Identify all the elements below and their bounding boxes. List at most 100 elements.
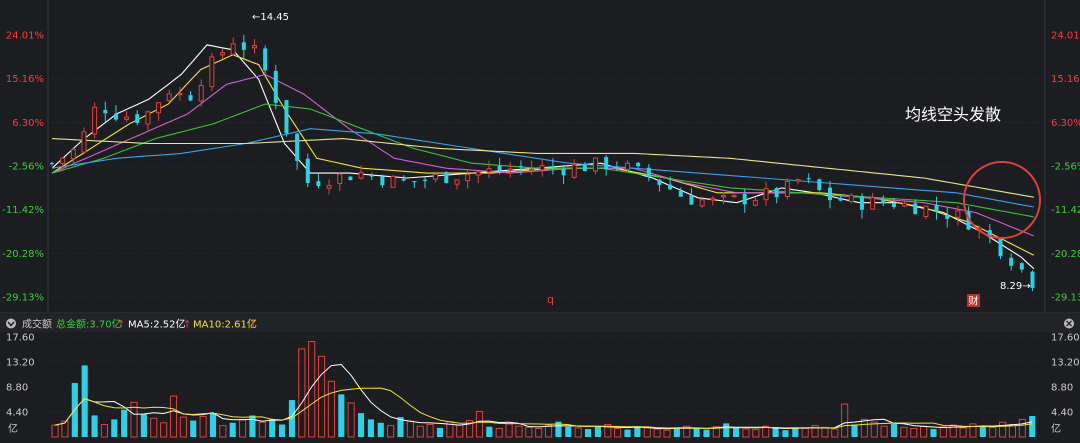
candle-body-down xyxy=(50,162,54,165)
candle-body-up xyxy=(529,168,535,171)
price-tick-label: -20.28% xyxy=(1051,249,1080,260)
collapse-icon[interactable] xyxy=(6,318,16,329)
candle-body-down xyxy=(263,48,268,71)
candle-body-up xyxy=(465,174,471,182)
volume-bar-down xyxy=(229,422,236,437)
candle-body-up xyxy=(507,168,513,171)
volume-bar-down xyxy=(486,426,493,437)
volume-bar-down xyxy=(772,427,779,437)
candle-body-up xyxy=(784,180,790,197)
candle-body-down xyxy=(827,187,832,201)
volume-bar-down xyxy=(890,423,898,437)
candle-body-up xyxy=(720,195,726,198)
volume-bar-down xyxy=(269,419,276,437)
candle-body-down xyxy=(550,166,555,169)
candle-body-down xyxy=(401,178,406,181)
candle-body-down xyxy=(678,191,683,197)
candle-body-down xyxy=(305,158,310,183)
price-tick-label: 15.16% xyxy=(1051,74,1080,85)
candle-body-up xyxy=(92,106,98,135)
price-tick-label: -29.13% xyxy=(2,293,44,304)
candle-body-down xyxy=(859,196,864,210)
candle-body-up xyxy=(955,210,961,218)
volume-bar-down xyxy=(140,414,147,437)
candle-body-down xyxy=(295,133,300,161)
volume-total-arrow: ↑ xyxy=(117,320,125,331)
candle-body-up xyxy=(475,171,481,176)
volume-bar-down xyxy=(703,429,710,437)
volume-bar-down xyxy=(930,429,937,437)
volume-bar-down xyxy=(436,427,444,437)
candle-body-down xyxy=(444,172,449,184)
candle-body-up xyxy=(571,164,577,178)
annotation-text: 均线空头发散 xyxy=(905,105,1001,124)
volume-bar-down xyxy=(367,419,374,437)
candle-body-down xyxy=(423,179,428,182)
candle-body-down xyxy=(1019,263,1024,270)
volume-tick-label: 17.60 xyxy=(6,333,35,344)
volume-tick-label: 4.40 xyxy=(1051,408,1073,419)
candle-body-up xyxy=(870,197,876,210)
price-tick-label: -11.42% xyxy=(1051,205,1080,216)
volume-title: 成交额 xyxy=(22,318,52,331)
price-tick-label: 6.30% xyxy=(12,118,44,129)
candle-body-up xyxy=(390,175,396,188)
price-tick-label: 24.01% xyxy=(6,31,44,42)
candle-body-up xyxy=(923,205,929,218)
candle-body-down xyxy=(1030,271,1035,289)
volume-bar-down xyxy=(190,420,197,437)
candle-body-down xyxy=(998,238,1003,257)
candle-body-down xyxy=(689,195,694,205)
volume-bar-down xyxy=(693,428,700,437)
candle-body-down xyxy=(668,184,673,190)
candle-body-down xyxy=(881,199,886,204)
volume-bar-down xyxy=(792,427,799,437)
min-price-label: 8.29→ xyxy=(1000,281,1031,292)
volume-bar-down xyxy=(249,415,256,437)
volume-bar-down xyxy=(111,419,118,437)
volume-tick-label: 13.20 xyxy=(1051,358,1080,369)
candle-body-down xyxy=(1009,257,1014,266)
candle-body-down xyxy=(273,70,278,103)
candle-body-up xyxy=(358,172,364,179)
candle-body-down xyxy=(838,197,843,201)
max-price-label: ←14.45 xyxy=(252,12,289,23)
volume-ma10-arrow: ↑ xyxy=(249,320,257,331)
candle-body-up xyxy=(433,173,439,180)
volume-total: 总金额:3.70亿 xyxy=(56,318,122,331)
price-tick-label: -2.56% xyxy=(1051,162,1080,173)
candle-body-up xyxy=(81,131,87,153)
candle-body-up xyxy=(220,52,226,56)
candle-body-down xyxy=(412,181,417,183)
candle-body-down xyxy=(636,162,641,167)
candle-body-down xyxy=(934,205,939,212)
volume-bar-down xyxy=(634,426,641,437)
candle-body-down xyxy=(518,166,523,168)
volume-bar-down xyxy=(979,426,986,437)
candle-body-up xyxy=(902,202,908,207)
volume-tick-label: 8.80 xyxy=(1051,383,1073,394)
candle-body-down xyxy=(348,176,353,181)
candle-body-up xyxy=(624,162,630,170)
candle-body-down xyxy=(113,113,118,120)
volume-bar-down xyxy=(782,430,789,437)
volume-bar-down xyxy=(357,413,365,437)
candle-body-up xyxy=(209,56,215,88)
candle-body-down xyxy=(369,175,374,177)
candle-body-down xyxy=(614,166,619,168)
candle-body-up xyxy=(593,157,599,172)
candle-body-down xyxy=(316,181,321,187)
candle-body-down xyxy=(188,95,193,101)
candle-body-down xyxy=(561,168,566,176)
volume-tick-label: 17.60 xyxy=(1051,333,1080,344)
candle-body-down xyxy=(817,179,822,191)
price-tick-label: 6.30% xyxy=(1051,118,1080,129)
candle-body-up xyxy=(848,194,854,203)
marker-q: q xyxy=(547,293,554,306)
volume-bar-down xyxy=(338,394,345,437)
price-tick-label: -2.56% xyxy=(9,162,44,173)
candle-body-up xyxy=(198,85,204,102)
volume-ma10: MA10:2.61亿 xyxy=(193,318,257,331)
candle-body-up xyxy=(539,165,545,171)
volume-ma5-arrow: ↑ xyxy=(183,320,191,331)
